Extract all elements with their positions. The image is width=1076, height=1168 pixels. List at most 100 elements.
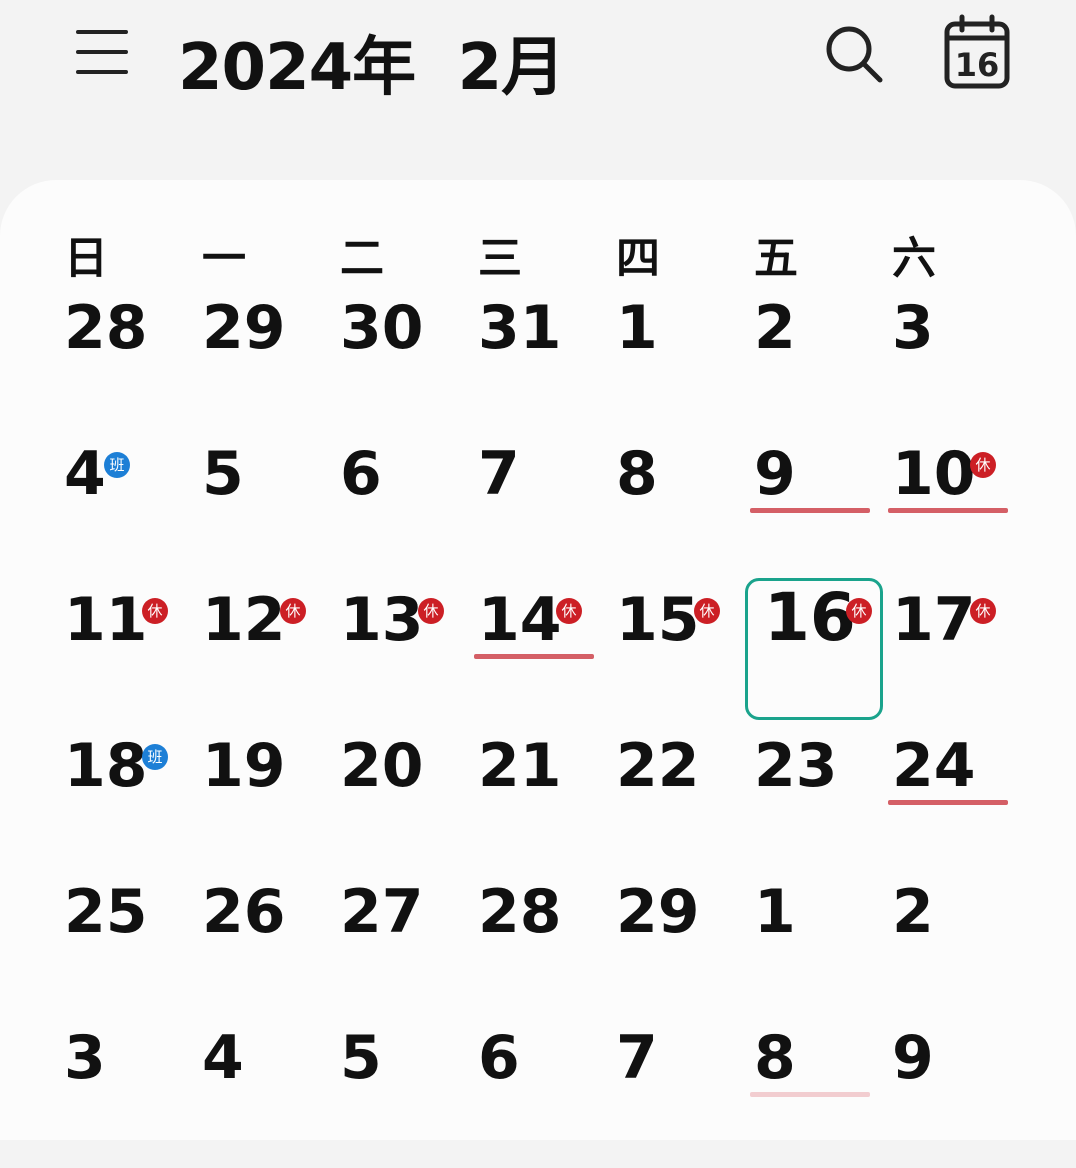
day-cell[interactable]: 4 [202,1028,340,1168]
day-number: 8 [616,439,658,509]
app-header: 2024年 2月 16 [0,0,1076,120]
day-number: 7 [478,439,520,509]
day-cell[interactable]: 2 [892,882,1030,1022]
day-number: 1 [616,293,658,363]
day-number: 30 [340,293,424,363]
event-underline [750,1092,870,1097]
day-number: 9 [892,1023,934,1093]
day-number: 4 [202,1023,244,1093]
day-cell[interactable]: 20 [340,736,478,876]
day-number: 5 [202,439,244,509]
day-number: 3 [892,293,934,363]
day-number: 18 [64,731,148,801]
weekday-header: 一 [202,233,246,284]
day-cell[interactable]: 21 [478,736,616,876]
day-number: 23 [754,731,838,801]
day-cell[interactable]: 28 [478,882,616,1022]
day-cell[interactable]: 5 [340,1028,478,1168]
day-number: 22 [616,731,700,801]
day-cell[interactable]: 25 [64,882,202,1022]
day-number: 21 [478,731,562,801]
today-icon-number: 16 [955,46,1000,84]
day-number: 20 [340,731,424,801]
menu-icon [76,30,128,34]
search-button[interactable] [822,22,886,86]
menu-icon-bar [76,50,128,54]
day-cell[interactable]: 6 [478,1028,616,1168]
search-icon [826,26,883,83]
day-cell[interactable]: 29 [616,882,754,1022]
day-cell[interactable]: 27 [340,882,478,1022]
day-cell[interactable]: 9 [750,444,892,584]
menu-button[interactable] [76,28,130,78]
today-button[interactable]: 16 [942,14,1014,92]
day-cell[interactable]: 30 [340,298,478,438]
weekday-header: 二 [340,233,384,284]
weekday-header: 五 [754,233,798,284]
day-number: 6 [340,439,382,509]
day-cell[interactable]: 17 休 [892,590,1030,730]
workday-badge: 班 [104,452,130,478]
day-cell[interactable]: 4班 [64,444,202,584]
day-cell[interactable]: 14 休 [474,585,616,730]
day-cell[interactable]: 1 [616,298,754,438]
day-cell[interactable]: 10 休 [888,444,1030,584]
holiday-rest-badge: 休 [418,598,444,624]
weekday-header: 日 [64,233,108,284]
day-number: 2 [892,877,934,947]
weekday-header: 四 [616,233,660,284]
day-cell[interactable]: 29 [202,298,340,438]
day-number: 28 [64,293,148,363]
day-number: 7 [616,1023,658,1093]
day-number: 2 [754,293,796,363]
day-cell[interactable]: 6 [340,444,478,584]
day-cell[interactable]: 24 [888,731,1030,876]
today-highlight [745,578,883,720]
workday-badge: 班 [142,744,168,770]
weekday-header: 六 [892,233,936,284]
day-cell[interactable]: 8 [750,1023,892,1168]
day-cell[interactable]: 28 [64,298,202,438]
day-cell[interactable]: 5 [202,444,340,584]
day-number: 8 [754,1023,796,1093]
day-number: 14 [478,585,562,655]
day-number: 5 [340,1023,382,1093]
event-underline [888,800,1008,805]
day-cell[interactable]: 2 [754,298,892,438]
event-underline [750,508,870,513]
day-number: 31 [478,293,562,363]
weekday-header: 三 [478,233,522,284]
month-title[interactable]: 2024年 2月 [178,16,565,108]
calendar-today-icon: 16 [944,14,1010,89]
day-cell[interactable]: 22 [616,736,754,876]
day-number: 4 [64,439,106,509]
day-number: 12 [202,585,286,655]
day-cell[interactable]: 8 [616,444,754,584]
day-number: 6 [478,1023,520,1093]
day-number: 3 [64,1023,106,1093]
day-number: 28 [478,877,562,947]
day-number: 24 [892,731,976,801]
holiday-rest-badge: 休 [142,598,168,624]
day-cell[interactable]: 12 休 [202,590,340,730]
event-underline [888,508,1008,513]
day-cell[interactable]: 11 休 [64,590,202,730]
day-cell[interactable]: 26 [202,882,340,1022]
menu-icon-bar [76,70,128,74]
day-cell[interactable]: 13 休 [340,590,478,730]
holiday-rest-badge: 休 [970,598,996,624]
day-number: 29 [202,293,286,363]
day-cell[interactable]: 7 [616,1028,754,1168]
day-cell[interactable]: 15 休 [616,590,754,730]
day-cell[interactable]: 7 [478,444,616,584]
day-cell[interactable]: 1 [754,882,892,1022]
day-cell[interactable]: 19 [202,736,340,876]
day-number: 26 [202,877,286,947]
day-cell[interactable]: 18 班 [64,736,202,876]
day-cell[interactable]: 9 [892,1028,1030,1168]
day-cell[interactable]: 23 [754,736,892,876]
day-cell[interactable]: 3 [64,1028,202,1168]
day-cell[interactable]: 3 [892,298,1030,438]
day-cell[interactable]: 31 [478,298,616,438]
day-number: 1 [754,877,796,947]
